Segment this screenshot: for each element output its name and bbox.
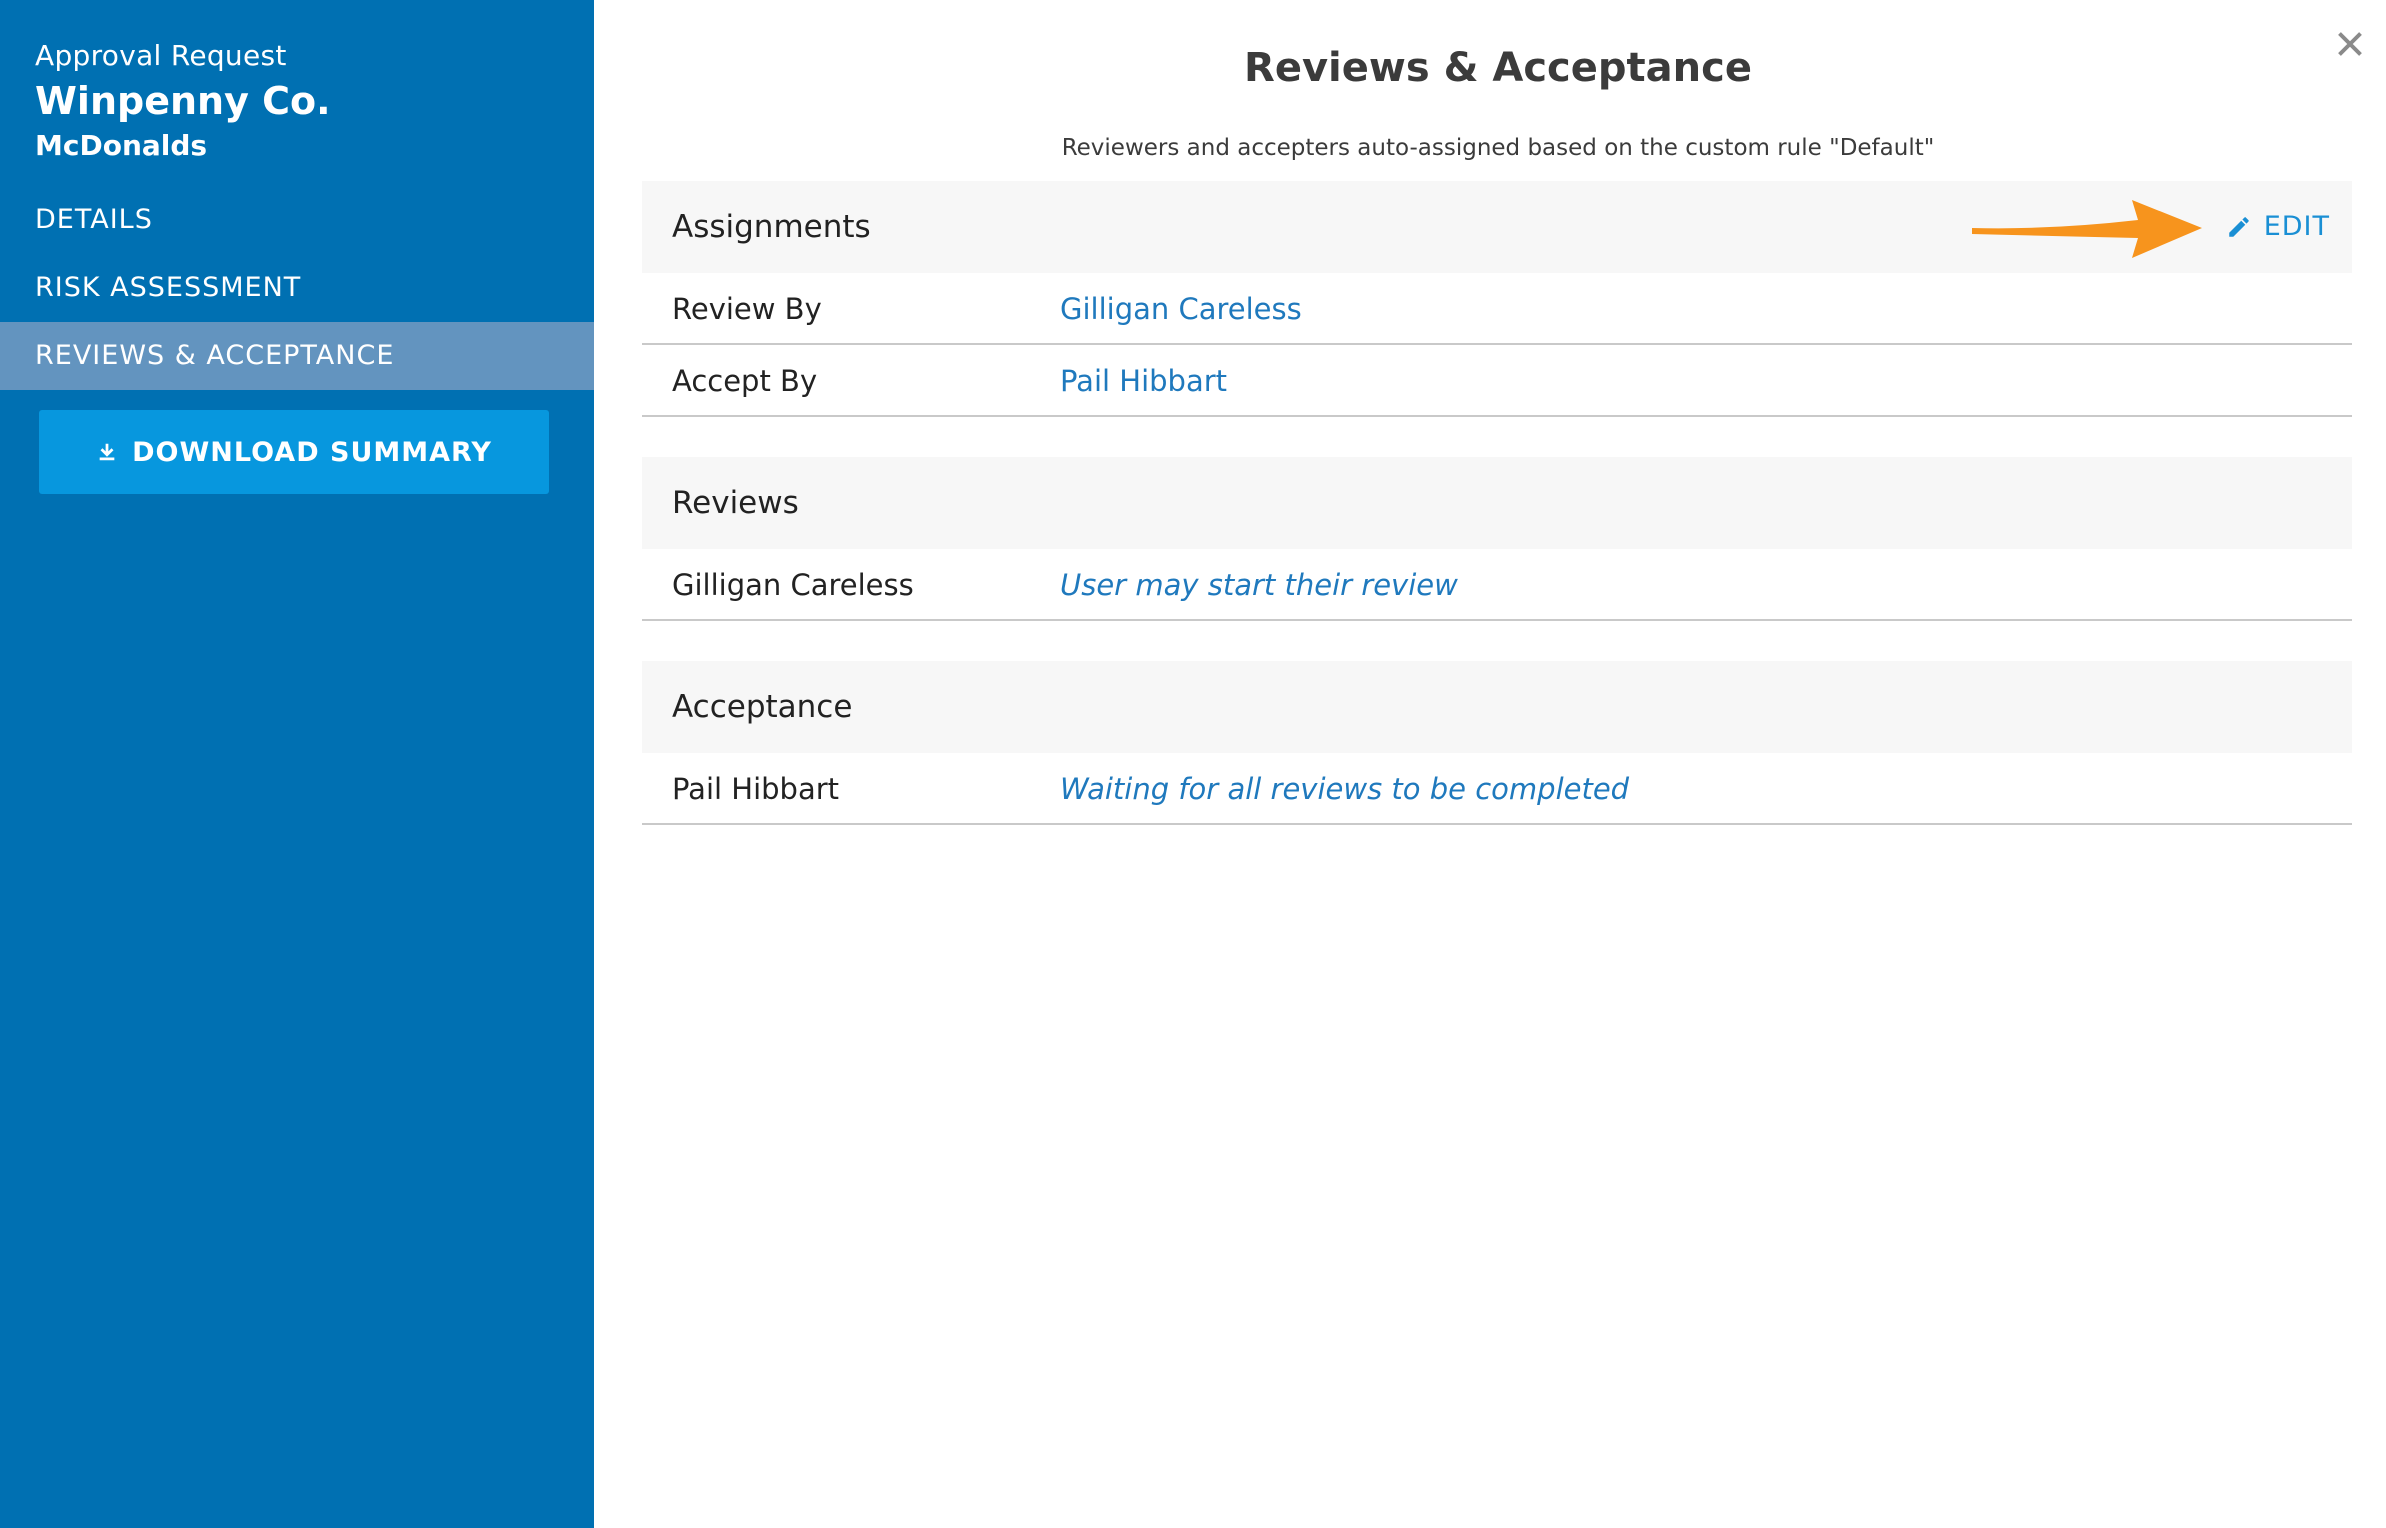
main-panel: Reviews & Acceptance Reviewers and accep… <box>594 0 2386 1528</box>
review-status: User may start their review <box>1060 568 1458 602</box>
sidebar-subtitle: McDonalds <box>35 129 208 162</box>
assignments-title: Assignments <box>672 209 871 245</box>
nav-item-reviews-acceptance[interactable]: REVIEWS & ACCEPTANCE <box>0 322 594 390</box>
assignment-row-accept-by: Accept By Pail Hibbart <box>642 345 2352 417</box>
review-by-label: Review By <box>672 292 822 326</box>
sidebar-title: Winpenny Co. <box>35 79 331 123</box>
nav-item-details[interactable]: DETAILS <box>0 186 594 254</box>
acceptance-row: Pail Hibbart Waiting for all reviews to … <box>642 753 2352 825</box>
annotation-arrow-icon <box>1972 200 2202 258</box>
sidebar-caption: Approval Request <box>35 39 287 72</box>
page: Approval Request Winpenny Co. McDonalds … <box>0 0 2386 1528</box>
assignment-row-review-by: Review By Gilligan Careless <box>642 273 2352 345</box>
page-title: Reviews & Acceptance <box>1244 45 1752 91</box>
nav-item-risk-assessment[interactable]: RISK ASSESSMENT <box>0 254 594 322</box>
review-by-user-link[interactable]: Gilligan Careless <box>1060 273 1302 345</box>
edit-label: EDIT <box>2263 211 2330 242</box>
reviews-header: Reviews <box>642 457 2352 549</box>
download-icon <box>99 443 115 461</box>
page-description: Reviewers and accepters auto-assigned ba… <box>1061 135 1935 161</box>
accepter-name: Pail Hibbart <box>672 772 840 806</box>
accept-by-user-link[interactable]: Pail Hibbart <box>1060 345 1227 417</box>
download-summary-label: DOWNLOAD SUMMARY <box>132 436 492 468</box>
acceptance-title: Acceptance <box>672 689 853 725</box>
acceptance-status: Waiting for all reviews to be completed <box>1060 772 1630 806</box>
download-summary-button[interactable]: DOWNLOAD SUMMARY <box>39 410 549 494</box>
edit-button[interactable]: EDIT <box>2226 181 2330 273</box>
reviewer-name: Gilligan Careless <box>672 568 914 602</box>
pencil-icon <box>2228 217 2249 237</box>
acceptance-header: Acceptance <box>642 661 2352 753</box>
accept-by-label: Accept By <box>672 364 818 398</box>
sidebar: Approval Request Winpenny Co. McDonalds … <box>0 0 594 1528</box>
review-row: Gilligan Careless User may start their r… <box>642 549 2352 621</box>
reviews-title: Reviews <box>672 485 799 521</box>
